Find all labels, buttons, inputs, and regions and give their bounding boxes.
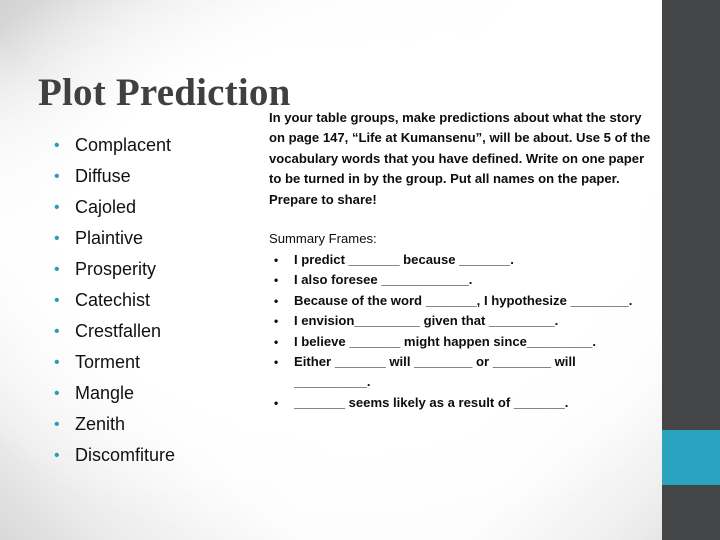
vocabulary-word: Crestfallen (75, 321, 162, 341)
list-item: • Cajoled (44, 192, 254, 223)
bullet-icon: • (54, 137, 60, 154)
summary-frame-text: I also foresee ____________. (294, 272, 473, 288)
list-item: • Zenith (44, 409, 254, 440)
bullet-icon: • (274, 293, 279, 308)
summary-frames-block: Summary Frames: • I predict _______ becau… (269, 229, 651, 413)
list-item: • Prosperity (44, 254, 254, 285)
summary-frame-text: _______ seems likely as a result of ____… (294, 394, 569, 410)
summary-frame-text: Because of the word _______, I hypothesi… (294, 292, 633, 308)
vocabulary-word: Mangle (75, 383, 135, 403)
list-item: • Diffuse (44, 161, 254, 192)
bullet-icon: • (54, 385, 60, 402)
summary-frame-text: I predict _______ because _______. (294, 252, 514, 268)
list-item: • I believe _______ might happen since___… (269, 332, 651, 352)
summary-frame-text: I envision_________ given that _________… (294, 313, 559, 329)
bullet-icon: • (54, 168, 60, 185)
vocabulary-word: Complacent (75, 135, 172, 155)
bullet-icon: • (274, 314, 279, 329)
list-item: • _______ seems likely as a result of ___… (269, 393, 651, 413)
bullet-icon: • (54, 447, 60, 464)
bullet-icon: • (54, 292, 60, 309)
summary-frame-text: Either _______ will ________ or ________… (294, 354, 576, 390)
vocabulary-word: Discomfiture (75, 445, 176, 465)
list-item: • Mangle (44, 378, 254, 409)
vocabulary-list: • Complacent • Diffuse • Cajoled • Plaintive… (44, 130, 254, 471)
bullet-icon: • (274, 273, 279, 288)
bullet-icon: • (274, 395, 279, 410)
vocabulary-word: Cajoled (75, 197, 137, 217)
list-item: • Complacent (44, 130, 254, 161)
bullet-icon: • (54, 323, 60, 340)
list-item: • I predict _______ because _______. (269, 250, 651, 270)
right-sidebar-accent (662, 430, 720, 485)
vocabulary-word: Prosperity (75, 259, 157, 279)
slide-canvas: Plot Prediction • Complacent • Diffuse • Ca… (0, 0, 720, 540)
list-item: • Either _______ will ________ or _______… (269, 352, 651, 393)
bullet-icon: • (54, 354, 60, 371)
bullet-icon: • (274, 253, 279, 268)
vocabulary-word: Diffuse (75, 166, 131, 186)
list-item: • Discomfiture (44, 440, 254, 471)
list-item: • Because of the word _______, I hypothes… (269, 291, 651, 311)
bullet-icon: • (54, 230, 60, 247)
list-item: • I envision_________ given that ________… (269, 311, 651, 331)
list-item: • Plaintive (44, 223, 254, 254)
instructions-column: In your table groups, make predictions a… (269, 108, 651, 413)
list-item: • Crestfallen (44, 316, 254, 347)
list-item: • Torment (44, 347, 254, 378)
summary-frame-text: I believe _______ might happen since____… (294, 333, 597, 349)
bullet-icon: • (274, 355, 279, 370)
bullet-icon: • (54, 261, 60, 278)
bullet-icon: • (54, 199, 60, 216)
bullet-icon: • (274, 334, 279, 349)
list-item: • Catechist (44, 285, 254, 316)
vocabulary-word: Torment (75, 352, 141, 372)
summary-frames-list: • I predict _______ because _______. • I a… (269, 250, 651, 413)
instructions-paragraph: In your table groups, make predictions a… (269, 110, 651, 207)
vocabulary-word: Catechist (75, 290, 151, 310)
bullet-icon: • (54, 416, 60, 433)
list-item: • I also foresee ____________. (269, 270, 651, 290)
vocabulary-word: Plaintive (75, 228, 144, 248)
vocabulary-word: Zenith (75, 414, 126, 434)
summary-frames-heading: Summary Frames: (269, 231, 377, 247)
